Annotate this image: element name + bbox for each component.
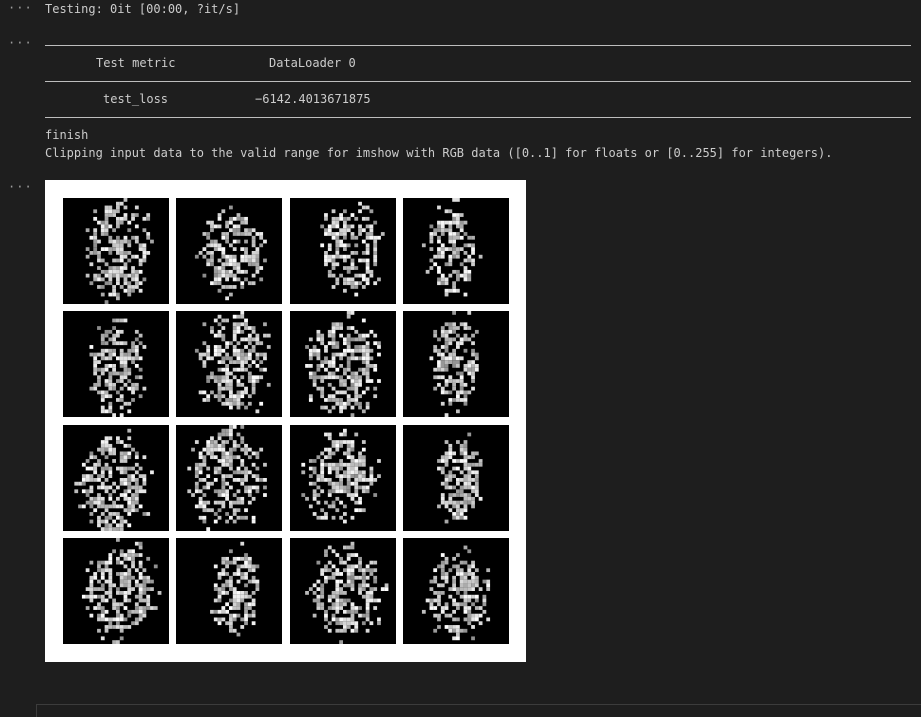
generated-sample-image	[403, 311, 509, 417]
generated-sample-image	[176, 425, 282, 531]
generated-sample-image	[63, 311, 169, 417]
generated-sample-image	[403, 198, 509, 304]
cell-2-more-actions[interactable]: ···	[8, 37, 33, 49]
generated-sample-image	[176, 538, 282, 644]
generated-sample-image	[290, 425, 396, 531]
generated-sample-image	[290, 311, 396, 417]
generated-sample-image	[290, 538, 396, 644]
generated-sample-image	[63, 198, 169, 304]
table-header-rule	[45, 81, 911, 82]
clipping-warning: Clipping input data to the valid range f…	[45, 146, 833, 160]
table-header-dataloader: DataLoader 0	[269, 56, 356, 70]
generated-sample-image	[63, 425, 169, 531]
table-top-rule	[45, 45, 911, 46]
table-cell-metric-value: −6142.4013671875	[255, 92, 371, 106]
generated-sample-image	[403, 538, 509, 644]
finish-output: finish	[45, 128, 89, 142]
generated-sample-image	[176, 311, 282, 417]
progress-output: Testing: 0it [00:00, ?it/s]	[45, 2, 241, 16]
generated-sample-image	[63, 538, 169, 644]
generated-sample-image	[290, 198, 396, 304]
table-bottom-rule	[45, 117, 911, 118]
generated-samples-figure	[45, 180, 526, 662]
table-header-metric: Test metric	[96, 56, 176, 70]
generated-sample-image	[176, 198, 282, 304]
generated-sample-image	[403, 425, 509, 531]
cell-3-more-actions[interactable]: ···	[8, 181, 33, 193]
cell-1-more-actions[interactable]: ···	[8, 2, 33, 14]
table-cell-metric-name: test_loss	[103, 92, 169, 106]
next-cell-editor[interactable]	[36, 704, 921, 717]
